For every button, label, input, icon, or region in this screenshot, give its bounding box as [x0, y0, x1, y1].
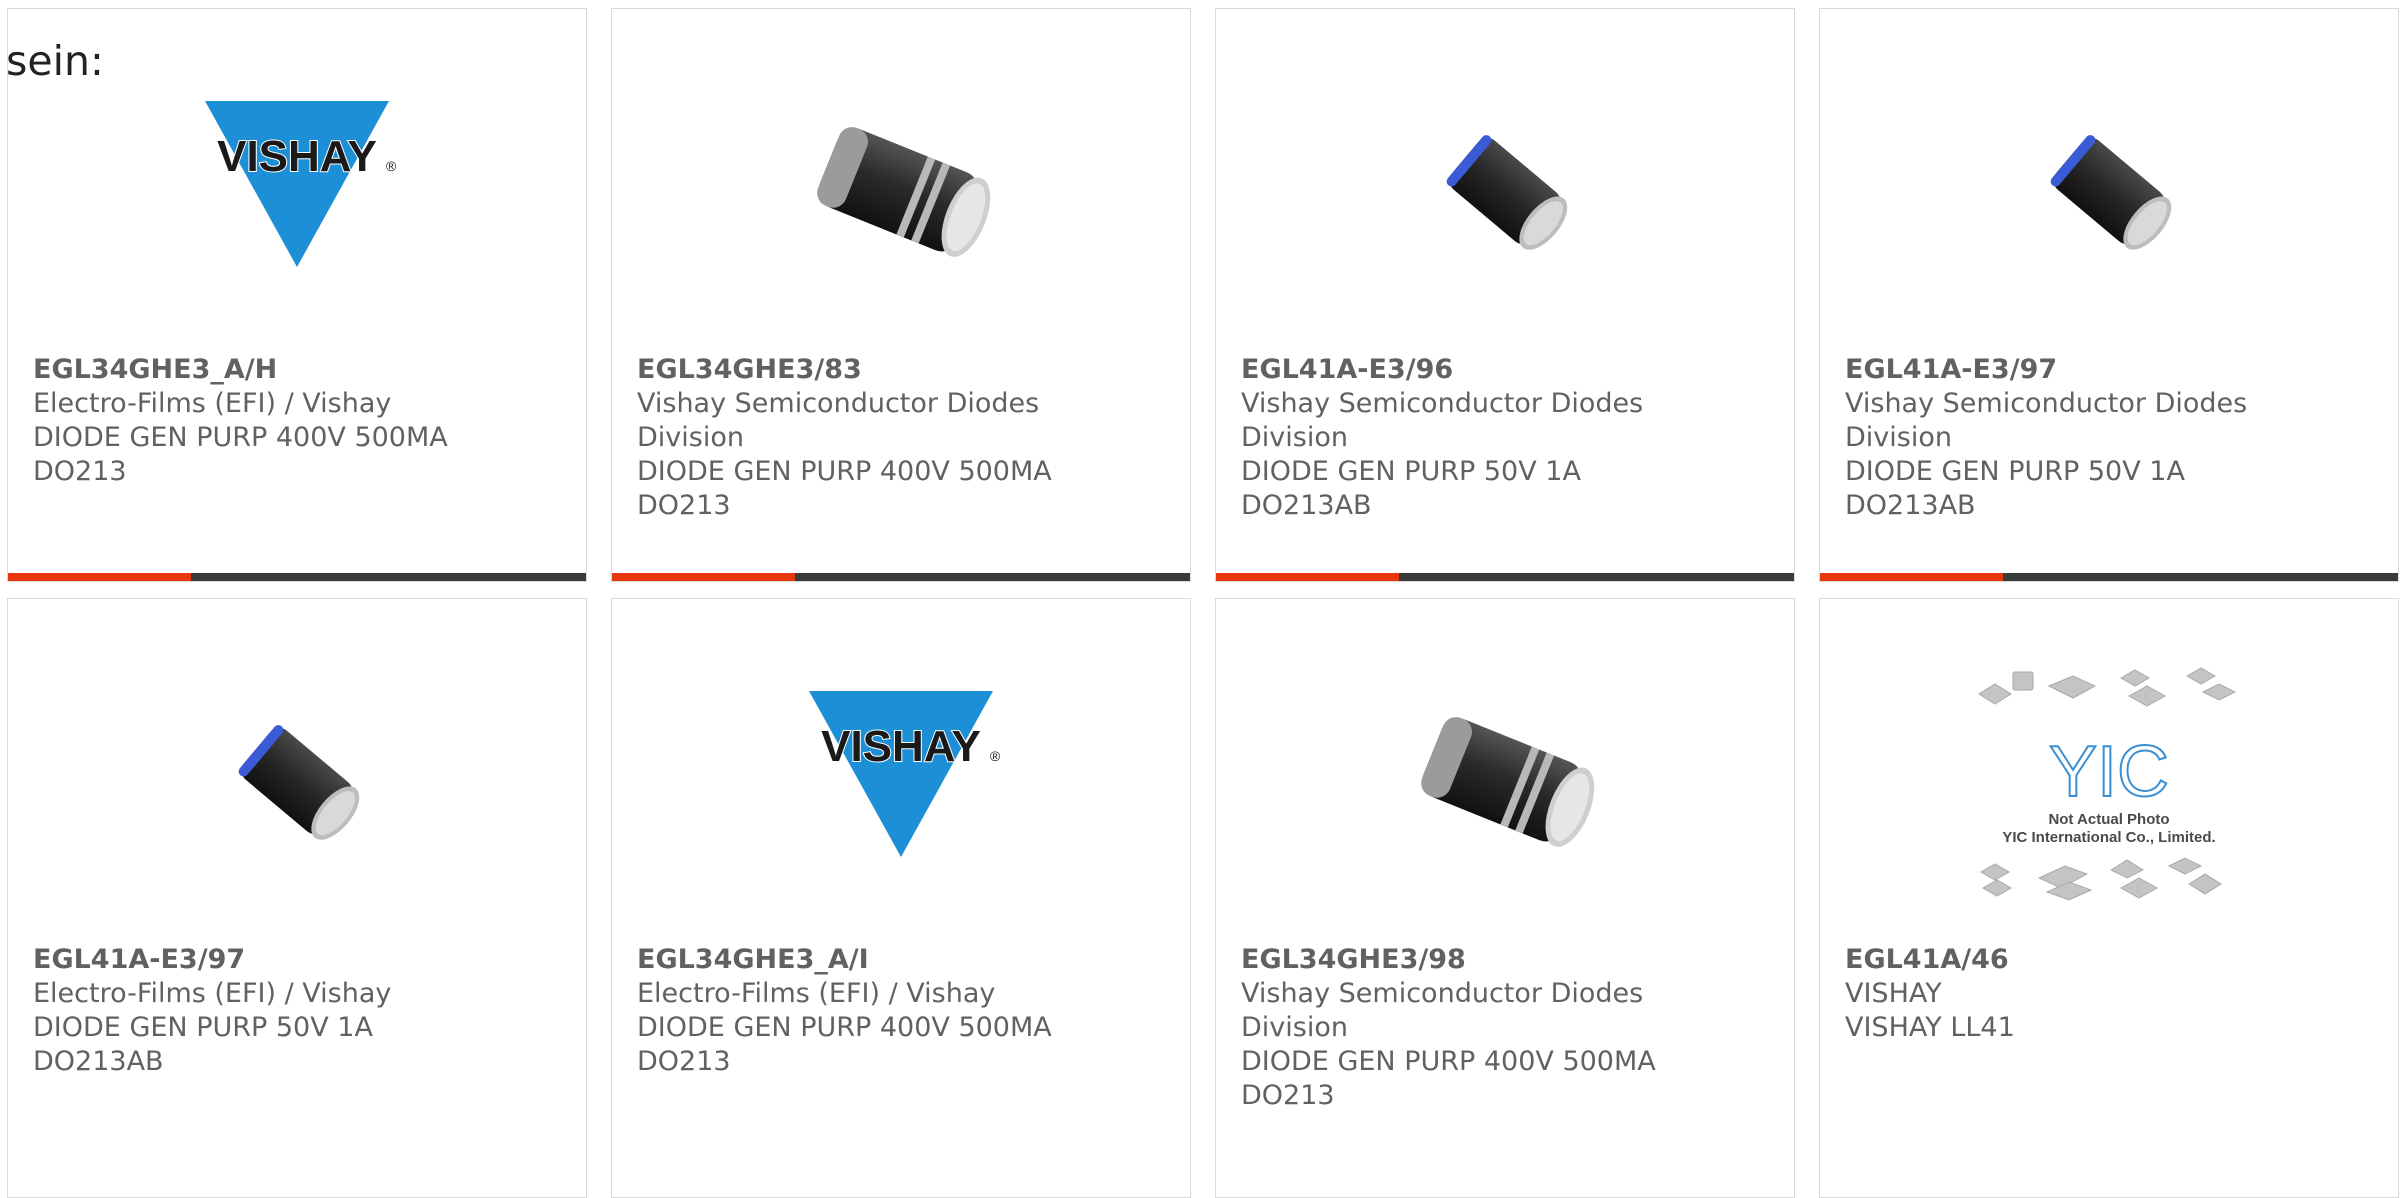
svg-text:VISHAY: VISHAY — [217, 132, 377, 181]
product-card[interactable]: EGL41A-E3/97 Electro-Films (EFI) / Visha… — [7, 598, 587, 1198]
card-accent — [1216, 573, 1399, 581]
product-info: EGL41A-E3/97 Vishay Semiconductor Diodes… — [1845, 353, 2368, 523]
product-image[interactable] — [612, 75, 1190, 307]
card-accent — [612, 573, 795, 581]
card-bottom-bar — [1216, 573, 1794, 581]
card-bottom-bar — [1820, 573, 2398, 581]
diode-small-icon — [2050, 135, 2172, 250]
product-image[interactable]: VISHAY ® — [612, 665, 1190, 897]
yic-placeholder-icon: YIC Not Actual Photo YIC International C… — [1978, 667, 2237, 901]
product-info: EGL41A/46 VISHAY VISHAY LL41 — [1845, 943, 2368, 1045]
card-accent — [8, 573, 191, 581]
manufacturer: Electro-Films (EFI) / Vishay — [33, 388, 392, 419]
part-number[interactable]: EGL34GHE3_A/I — [637, 943, 1160, 977]
product-card[interactable]: VISHAY ® EGL34GHE3_A/H Electro-Films (EF… — [7, 8, 587, 582]
product-card[interactable]: YIC Not Actual Photo YIC International C… — [1819, 598, 2399, 1198]
package: DO213 — [1241, 1080, 1335, 1111]
package: DO213 — [637, 1046, 731, 1077]
product-image[interactable]: YIC Not Actual Photo YIC International C… — [1820, 665, 2398, 901]
product-info: EGL41A-E3/96 Vishay Semiconductor Diodes… — [1241, 353, 1764, 523]
diode-large-icon — [1421, 717, 1595, 847]
intro-text: sein: — [6, 37, 104, 85]
product-card[interactable]: EGL34GHE3/98 Vishay Semiconductor Diodes… — [1215, 598, 1795, 1198]
manufacturer: Vishay Semiconductor Diodes — [1241, 978, 1644, 1009]
product-info: EGL34GHE3_A/H Electro-Films (EFI) / Vish… — [33, 353, 556, 489]
diode-small-icon — [1446, 135, 1568, 250]
part-number[interactable]: EGL41A/46 — [1845, 943, 2368, 977]
diode-large-icon — [817, 127, 991, 257]
card-bottom-bar — [8, 573, 586, 581]
manufacturer: Vishay Semiconductor Diodes — [1241, 388, 1644, 419]
manufacturer-line-2: Division — [1241, 422, 1348, 453]
svg-text:YIC International Co., Limited: YIC International Co., Limited. — [2002, 829, 2215, 846]
manufacturer: VISHAY — [1845, 978, 1942, 1009]
product-info: EGL41A-E3/97 Electro-Films (EFI) / Visha… — [33, 943, 556, 1079]
manufacturer: Electro-Films (EFI) / Vishay — [33, 978, 392, 1009]
manufacturer-line-2: Division — [637, 422, 744, 453]
description: DIODE GEN PURP 400V 500MA — [637, 456, 1052, 487]
product-image[interactable] — [8, 665, 586, 897]
description: DIODE GEN PURP 400V 500MA — [33, 422, 448, 453]
package: DO213 — [637, 490, 731, 521]
description: DIODE GEN PURP 400V 500MA — [637, 1012, 1052, 1043]
part-number[interactable]: EGL34GHE3/98 — [1241, 943, 1764, 977]
product-card[interactable]: EGL41A-E3/96 Vishay Semiconductor Diodes… — [1215, 8, 1795, 582]
product-image[interactable] — [1216, 75, 1794, 307]
part-number[interactable]: EGL41A-E3/97 — [1845, 353, 2368, 387]
product-card[interactable]: VISHAY ® EGL34GHE3_A/I Electro-Films (EF… — [611, 598, 1191, 1198]
manufacturer: Vishay Semiconductor Diodes — [1845, 388, 2248, 419]
card-bottom-bar — [612, 573, 1190, 581]
product-card[interactable]: EGL41A-E3/97 Vishay Semiconductor Diodes… — [1819, 8, 2399, 582]
product-info: EGL34GHE3/98 Vishay Semiconductor Diodes… — [1241, 943, 1764, 1113]
vishay-logo-icon: VISHAY ® — [205, 101, 397, 267]
manufacturer-line-2: Division — [1845, 422, 1952, 453]
card-accent — [1820, 573, 2003, 581]
diode-small-icon — [238, 725, 360, 840]
description: DIODE GEN PURP 50V 1A — [1845, 456, 2185, 487]
manufacturer: Vishay Semiconductor Diodes — [637, 388, 1040, 419]
manufacturer-line-2: Division — [1241, 1012, 1348, 1043]
product-grid: VISHAY ® EGL34GHE3_A/H Electro-Films (EF… — [7, 8, 2399, 1198]
part-number[interactable]: EGL34GHE3/83 — [637, 353, 1160, 387]
svg-text:YIC: YIC — [2049, 732, 2169, 812]
product-info: EGL34GHE3/83 Vishay Semiconductor Diodes… — [637, 353, 1160, 523]
package: DO213 — [33, 456, 127, 487]
vishay-logo-icon: VISHAY ® — [809, 691, 1001, 857]
description: DIODE GEN PURP 400V 500MA — [1241, 1046, 1656, 1077]
description: DIODE GEN PURP 50V 1A — [33, 1012, 373, 1043]
package: DO213AB — [1241, 490, 1372, 521]
manufacturer: Electro-Films (EFI) / Vishay — [637, 978, 996, 1009]
product-image[interactable] — [1216, 665, 1794, 897]
part-number[interactable]: EGL41A-E3/96 — [1241, 353, 1764, 387]
part-number[interactable]: EGL41A-E3/97 — [33, 943, 556, 977]
package: DO213AB — [33, 1046, 164, 1077]
svg-text:Not Actual Photo: Not Actual Photo — [2048, 811, 2169, 828]
product-image[interactable]: VISHAY ® — [8, 75, 586, 307]
package: DO213AB — [1845, 490, 1976, 521]
part-number[interactable]: EGL34GHE3_A/H — [33, 353, 556, 387]
product-info: EGL34GHE3_A/I Electro-Films (EFI) / Vish… — [637, 943, 1160, 1079]
product-image[interactable] — [1820, 75, 2398, 307]
svg-text:VISHAY: VISHAY — [821, 722, 981, 771]
description: VISHAY LL41 — [1845, 1012, 2015, 1043]
description: DIODE GEN PURP 50V 1A — [1241, 456, 1581, 487]
product-card[interactable]: EGL34GHE3/83 Vishay Semiconductor Diodes… — [611, 8, 1191, 582]
svg-text:®: ® — [386, 158, 397, 174]
svg-text:®: ® — [990, 748, 1001, 764]
